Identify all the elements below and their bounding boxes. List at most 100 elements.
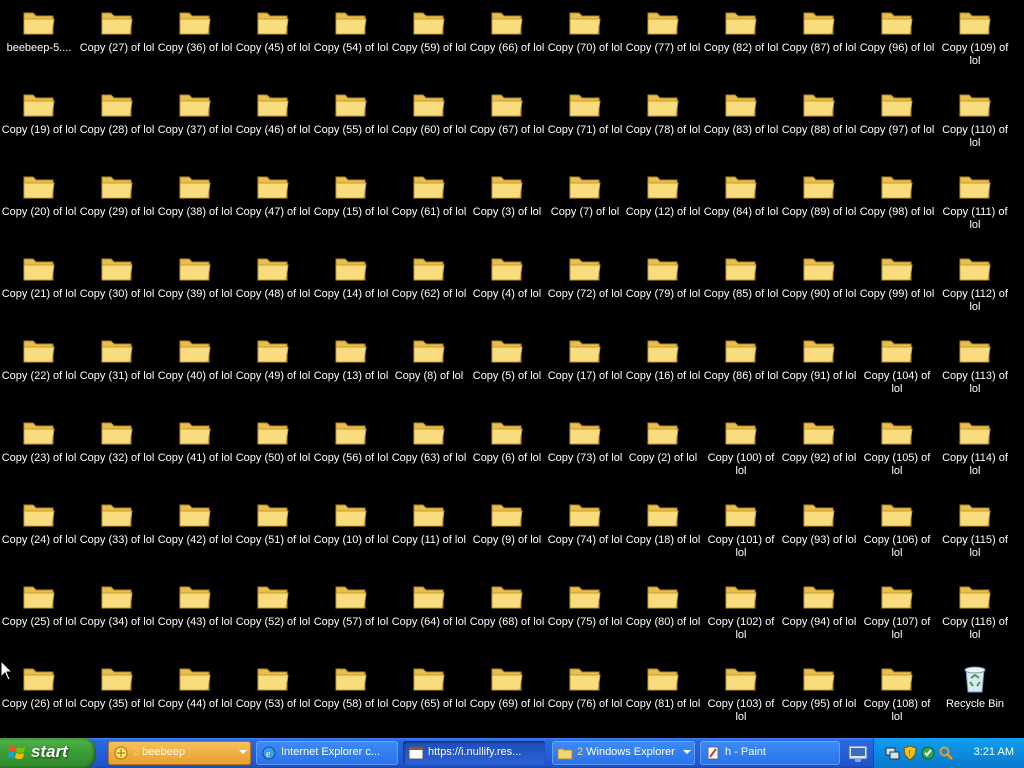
desktop-folder[interactable]: beebeep-5.... <box>0 4 78 84</box>
desktop-folder[interactable]: Copy (92) of lol <box>780 414 858 494</box>
desktop-folder[interactable]: Copy (93) of lol <box>780 496 858 576</box>
desktop-folder[interactable]: Copy (91) of lol <box>780 332 858 412</box>
show-desktop-icon[interactable] <box>846 741 870 765</box>
desktop-folder[interactable]: Copy (75) of lol <box>546 578 624 658</box>
desktop-folder[interactable]: Copy (51) of lol <box>234 496 312 576</box>
desktop-folder[interactable]: Copy (56) of lol <box>312 414 390 494</box>
desktop-folder[interactable]: Copy (66) of lol <box>468 4 546 84</box>
desktop-folder[interactable]: Copy (19) of lol <box>0 86 78 166</box>
desktop-folder[interactable]: Copy (24) of lol <box>0 496 78 576</box>
desktop-folder[interactable]: Copy (72) of lol <box>546 250 624 330</box>
desktop-folder[interactable]: Copy (84) of lol <box>702 168 780 248</box>
desktop-folder[interactable]: Copy (90) of lol <box>780 250 858 330</box>
desktop-folder[interactable]: Copy (102) of lol <box>702 578 780 658</box>
desktop-folder[interactable]: Copy (114) of lol <box>936 414 1014 494</box>
desktop-folder[interactable]: Copy (69) of lol <box>468 660 546 740</box>
desktop-folder[interactable]: Copy (21) of lol <box>0 250 78 330</box>
taskbar-button[interactable]: e Internet Explorer c... <box>256 741 398 765</box>
desktop-folder[interactable]: Copy (47) of lol <box>234 168 312 248</box>
desktop-folder[interactable]: Copy (99) of lol <box>858 250 936 330</box>
desktop-folder[interactable]: Copy (32) of lol <box>78 414 156 494</box>
desktop-folder[interactable]: Copy (109) of lol <box>936 4 1014 84</box>
desktop-folder[interactable]: Copy (111) of lol <box>936 168 1014 248</box>
taskbar-button[interactable]: 2 beebeep <box>108 741 251 765</box>
clock[interactable]: 3:21 AM <box>974 746 1014 758</box>
desktop-folder[interactable]: Copy (13) of lol <box>312 332 390 412</box>
desktop-folder[interactable]: Copy (78) of lol <box>624 86 702 166</box>
desktop-folder[interactable]: Copy (4) of lol <box>468 250 546 330</box>
desktop-folder[interactable]: Copy (23) of lol <box>0 414 78 494</box>
desktop-folder[interactable]: Copy (63) of lol <box>390 414 468 494</box>
desktop-folder[interactable]: Copy (50) of lol <box>234 414 312 494</box>
desktop-folder[interactable]: Copy (112) of lol <box>936 250 1014 330</box>
desktop-folder[interactable]: Copy (10) of lol <box>312 496 390 576</box>
desktop-folder[interactable]: Copy (20) of lol <box>0 168 78 248</box>
desktop-folder[interactable]: Copy (104) of lol <box>858 332 936 412</box>
desktop-folder[interactable]: Copy (39) of lol <box>156 250 234 330</box>
desktop-folder[interactable]: Copy (80) of lol <box>624 578 702 658</box>
desktop-folder[interactable]: Copy (96) of lol <box>858 4 936 84</box>
desktop-folder[interactable]: Copy (9) of lol <box>468 496 546 576</box>
desktop-folder[interactable]: Copy (94) of lol <box>780 578 858 658</box>
desktop-folder[interactable]: Copy (58) of lol <box>312 660 390 740</box>
desktop-folder[interactable]: Copy (107) of lol <box>858 578 936 658</box>
desktop-folder[interactable]: Copy (103) of lol <box>702 660 780 740</box>
desktop-folder[interactable]: Copy (105) of lol <box>858 414 936 494</box>
desktop-folder[interactable]: Copy (59) of lol <box>390 4 468 84</box>
desktop-folder[interactable]: Copy (12) of lol <box>624 168 702 248</box>
desktop-folder[interactable]: Copy (14) of lol <box>312 250 390 330</box>
desktop-folder[interactable]: Copy (41) of lol <box>156 414 234 494</box>
desktop-folder[interactable]: Copy (83) of lol <box>702 86 780 166</box>
desktop-folder[interactable]: Copy (53) of lol <box>234 660 312 740</box>
network-icon[interactable] <box>884 745 900 761</box>
desktop-folder[interactable]: Copy (45) of lol <box>234 4 312 84</box>
desktop-folder[interactable]: Copy (95) of lol <box>780 660 858 740</box>
desktop-folder[interactable]: Copy (15) of lol <box>312 168 390 248</box>
desktop-folder[interactable]: Copy (18) of lol <box>624 496 702 576</box>
desktop-folder[interactable]: Copy (115) of lol <box>936 496 1014 576</box>
desktop-folder[interactable]: Copy (55) of lol <box>312 86 390 166</box>
desktop-folder[interactable]: Copy (74) of lol <box>546 496 624 576</box>
desktop-folder[interactable]: Copy (98) of lol <box>858 168 936 248</box>
desktop-folder[interactable]: Copy (77) of lol <box>624 4 702 84</box>
desktop-folder[interactable]: Copy (79) of lol <box>624 250 702 330</box>
desktop-folder[interactable]: Copy (30) of lol <box>78 250 156 330</box>
desktop-folder[interactable]: Copy (17) of lol <box>546 332 624 412</box>
desktop-folder[interactable]: Copy (89) of lol <box>780 168 858 248</box>
desktop-folder[interactable]: Copy (81) of lol <box>624 660 702 740</box>
desktop-folder[interactable]: Copy (16) of lol <box>624 332 702 412</box>
desktop-folder[interactable]: Copy (46) of lol <box>234 86 312 166</box>
desktop-folder[interactable]: Copy (3) of lol <box>468 168 546 248</box>
desktop-folder[interactable]: Copy (7) of lol <box>546 168 624 248</box>
desktop-folder[interactable]: Copy (113) of lol <box>936 332 1014 412</box>
recycle-bin[interactable]: Recycle Bin <box>936 660 1014 740</box>
desktop-folder[interactable]: Copy (43) of lol <box>156 578 234 658</box>
desktop-folder[interactable]: Copy (110) of lol <box>936 86 1014 166</box>
desktop-folder[interactable]: Copy (116) of lol <box>936 578 1014 658</box>
desktop-folder[interactable]: Copy (108) of lol <box>858 660 936 740</box>
desktop-folder[interactable]: Copy (87) of lol <box>780 4 858 84</box>
desktop-folder[interactable]: Copy (29) of lol <box>78 168 156 248</box>
desktop-folder[interactable]: Copy (86) of lol <box>702 332 780 412</box>
desktop-folder[interactable]: Copy (62) of lol <box>390 250 468 330</box>
desktop[interactable]: beebeep-5.... Copy (19) of lol Copy (20) o… <box>0 0 1024 738</box>
desktop-folder[interactable]: Copy (8) of lol <box>390 332 468 412</box>
desktop-folder[interactable]: Copy (71) of lol <box>546 86 624 166</box>
desktop-folder[interactable]: Copy (40) of lol <box>156 332 234 412</box>
desktop-folder[interactable]: Copy (85) of lol <box>702 250 780 330</box>
desktop-folder[interactable]: Copy (37) of lol <box>156 86 234 166</box>
desktop-folder[interactable]: Copy (27) of lol <box>78 4 156 84</box>
desktop-folder[interactable]: Copy (61) of lol <box>390 168 468 248</box>
desktop-folder[interactable]: Copy (97) of lol <box>858 86 936 166</box>
desktop-folder[interactable]: Copy (44) of lol <box>156 660 234 740</box>
desktop-folder[interactable]: Copy (100) of lol <box>702 414 780 494</box>
desktop-folder[interactable]: Copy (33) of lol <box>78 496 156 576</box>
taskbar-button[interactable]: https://i.nullify.res... <box>403 741 545 765</box>
desktop-folder[interactable]: Copy (34) of lol <box>78 578 156 658</box>
desktop-folder[interactable]: Copy (6) of lol <box>468 414 546 494</box>
desktop-folder[interactable]: Copy (35) of lol <box>78 660 156 740</box>
desktop-folder[interactable]: Copy (70) of lol <box>546 4 624 84</box>
desktop-folder[interactable]: Copy (64) of lol <box>390 578 468 658</box>
desktop-folder[interactable]: Copy (60) of lol <box>390 86 468 166</box>
desktop-folder[interactable]: Copy (31) of lol <box>78 332 156 412</box>
